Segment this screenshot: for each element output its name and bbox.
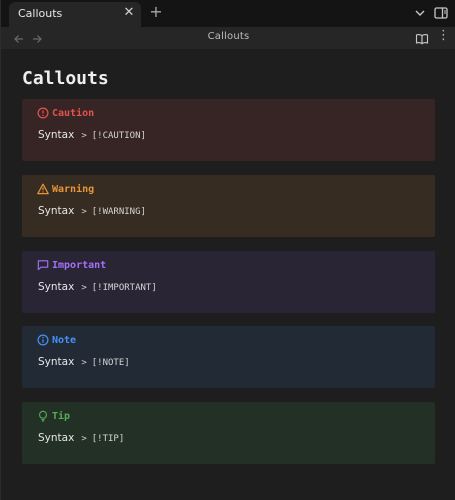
- syntax-code: [!IMPORTANT]: [91, 283, 157, 293]
- book-open-icon[interactable]: [415, 31, 429, 45]
- tab-title: Callouts: [18, 7, 63, 20]
- callout-header: Important: [37, 258, 106, 272]
- nav-title: Callouts: [207, 31, 250, 42]
- syntax-label: Syntax: [38, 205, 75, 217]
- page-title: Callouts: [22, 68, 109, 89]
- syntax-code: [!CAUTION]: [91, 131, 146, 141]
- navigation-bar: Callouts ⋮: [1, 27, 455, 49]
- callout-body: Syntax > [!IMPORTANT]: [38, 281, 157, 293]
- callout-body: Syntax > [!NOTE]: [38, 356, 130, 368]
- note-content: Callouts Caution Syntax > [!CAUTION] War: [1, 49, 455, 500]
- syntax-arrow: >: [81, 283, 87, 293]
- callout-note[interactable]: Note Syntax > [!NOTE]: [22, 326, 435, 388]
- title-bar: Callouts ✕ +: [1, 0, 455, 27]
- callout-title: Note: [52, 334, 77, 346]
- callout-header: Note: [37, 333, 76, 347]
- callout-caution[interactable]: Caution Syntax > [!CAUTION]: [22, 99, 435, 161]
- syntax-arrow: >: [81, 434, 87, 444]
- alert-circle-icon: [37, 107, 49, 119]
- callout-header: Tip: [37, 409, 70, 423]
- chevron-down-icon[interactable]: [412, 5, 428, 21]
- syntax-label: Syntax: [38, 281, 75, 293]
- callout-body: Syntax > [!CAUTION]: [38, 129, 146, 141]
- syntax-arrow: >: [81, 207, 87, 217]
- sidebar-toggle-icon[interactable]: [433, 5, 449, 21]
- tab-callouts[interactable]: Callouts ✕: [9, 2, 141, 27]
- alert-triangle-icon: [37, 183, 49, 195]
- callout-body: Syntax > [!WARNING]: [38, 205, 146, 217]
- syntax-arrow: >: [81, 131, 87, 141]
- close-icon[interactable]: ✕: [122, 5, 136, 21]
- plus-icon[interactable]: +: [148, 3, 164, 21]
- info-icon: [37, 334, 49, 346]
- callout-header: Warning: [37, 182, 94, 196]
- callout-title: Caution: [52, 107, 95, 119]
- callout-warning[interactable]: Warning Syntax > [!WARNING]: [22, 175, 435, 237]
- message-square-icon: [37, 259, 49, 271]
- lightbulb-icon: [37, 410, 49, 422]
- callout-body: Syntax > [!TIP]: [38, 432, 124, 444]
- syntax-code: [!WARNING]: [91, 207, 146, 217]
- callout-important[interactable]: Important Syntax > [!IMPORTANT]: [22, 251, 435, 313]
- syntax-label: Syntax: [38, 129, 75, 141]
- app-window: Callouts ✕ + Callouts ⋮ Callouts Caution…: [0, 0, 455, 500]
- syntax-arrow: >: [81, 358, 87, 368]
- syntax-code: [!TIP]: [91, 434, 125, 444]
- syntax-label: Syntax: [38, 432, 75, 444]
- callout-title: Warning: [52, 183, 95, 195]
- syntax-label: Syntax: [38, 356, 75, 368]
- callout-title: Important: [52, 259, 107, 271]
- callout-title: Tip: [52, 410, 71, 422]
- callout-header: Caution: [37, 106, 94, 120]
- more-vertical-icon[interactable]: ⋮: [437, 28, 450, 44]
- callout-tip[interactable]: Tip Syntax > [!TIP]: [22, 402, 435, 464]
- syntax-code: [!NOTE]: [91, 358, 130, 368]
